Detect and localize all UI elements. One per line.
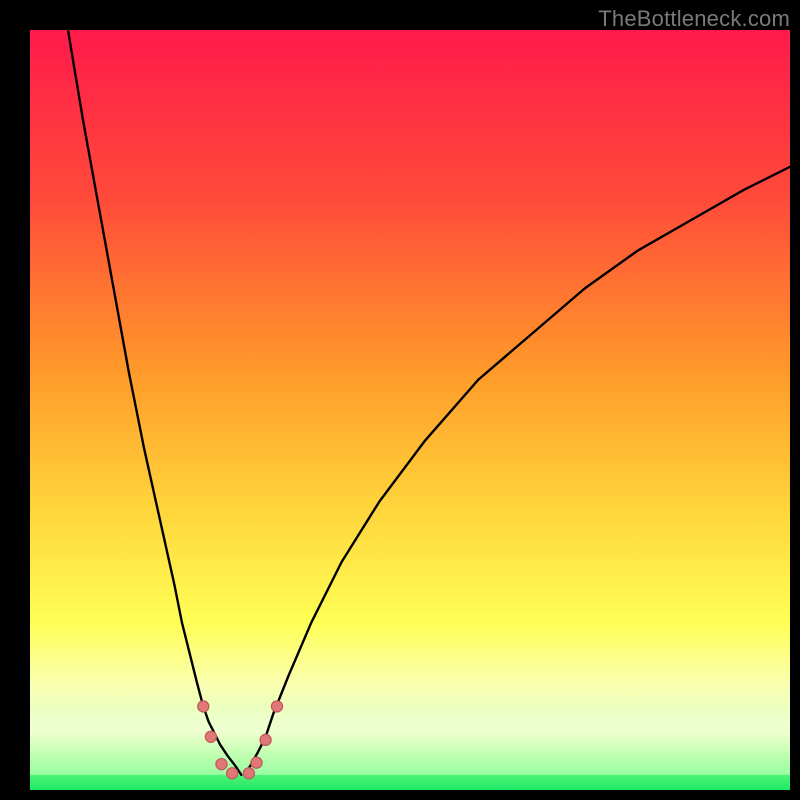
- marker-point: [243, 768, 254, 779]
- plot-area: [30, 30, 790, 790]
- chart-frame: TheBottleneck.com: [0, 0, 800, 800]
- marker-point: [260, 734, 271, 745]
- marker-point: [271, 701, 282, 712]
- gradient-background: [30, 30, 790, 790]
- acceptable-band: [30, 706, 790, 774]
- marker-point: [216, 759, 227, 770]
- watermark-text: TheBottleneck.com: [598, 6, 790, 32]
- marker-point: [227, 768, 238, 779]
- marker-point: [251, 757, 262, 768]
- marker-point: [205, 731, 216, 742]
- bottleneck-chart: [30, 30, 790, 790]
- marker-point: [198, 701, 209, 712]
